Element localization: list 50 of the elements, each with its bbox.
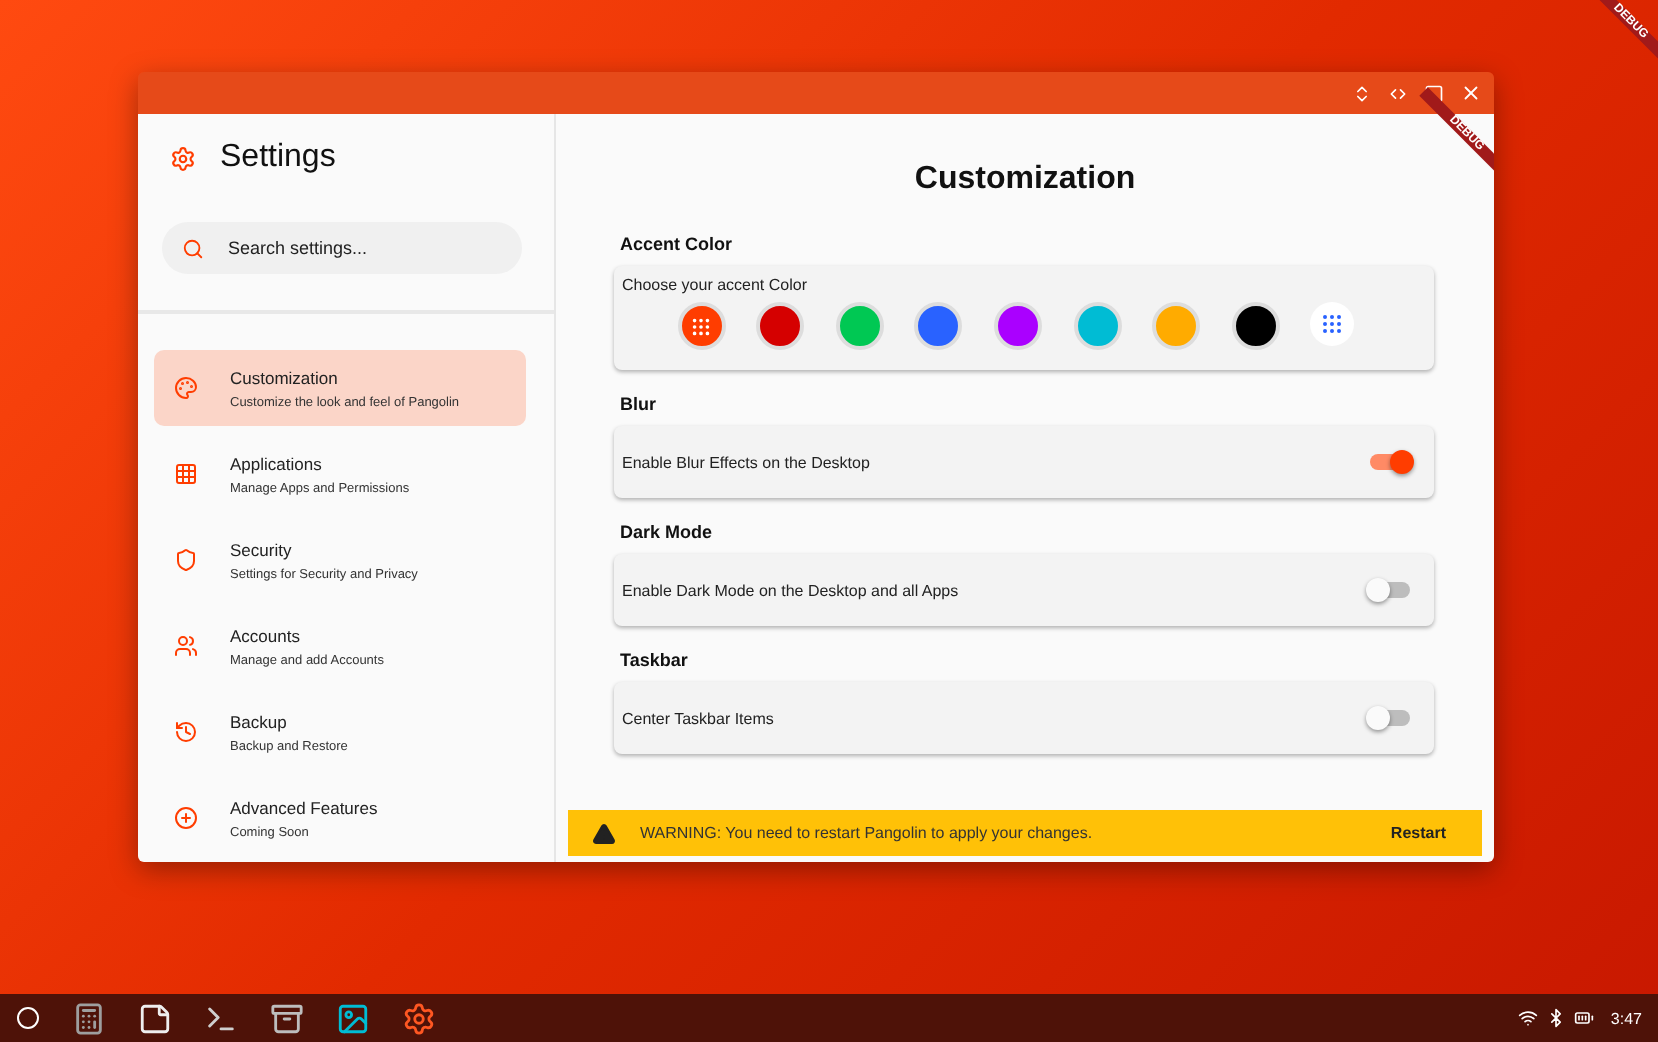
color-swatch[interactable] bbox=[1073, 302, 1121, 350]
page-title: Customization bbox=[912, 162, 1138, 198]
gear-icon[interactable] bbox=[402, 1001, 436, 1035]
people-icon bbox=[174, 634, 198, 658]
toggle-switch[interactable] bbox=[1370, 582, 1410, 598]
settings-icon bbox=[170, 145, 196, 171]
search-field[interactable]: Search settings... bbox=[224, 236, 502, 260]
palette-icon bbox=[174, 376, 198, 400]
battery-icon bbox=[1574, 1008, 1595, 1028]
bluetooth-icon bbox=[1546, 1008, 1567, 1028]
shield-icon bbox=[174, 548, 198, 572]
color-swatch[interactable] bbox=[677, 302, 726, 350]
launcher-icon[interactable] bbox=[16, 1006, 40, 1030]
color-swatch[interactable] bbox=[1231, 302, 1280, 350]
plus-circle-icon bbox=[174, 806, 198, 830]
warning-text: WARNING: You need to restart Pangolin to apply your changes. bbox=[640, 824, 1095, 842]
resize-icon[interactable] bbox=[1352, 83, 1372, 103]
search-bar[interactable]: Search settings... bbox=[162, 222, 522, 274]
selected-icon bbox=[690, 315, 713, 337]
section-heading: Blur bbox=[620, 394, 658, 414]
color-swatch[interactable] bbox=[1152, 302, 1201, 350]
color-swatch[interactable] bbox=[993, 302, 1042, 350]
grid-icon bbox=[174, 462, 198, 486]
search-icon bbox=[182, 237, 204, 259]
expand-icon[interactable] bbox=[1388, 83, 1408, 103]
card-label: Center Taskbar Items bbox=[622, 709, 774, 727]
card-label: Enable Blur Effects on the Desktop bbox=[622, 453, 870, 471]
restart-button[interactable]: Restart bbox=[1378, 822, 1458, 844]
wifi-icon bbox=[1518, 1008, 1539, 1028]
toggle-switch[interactable] bbox=[1370, 710, 1410, 726]
close-icon[interactable] bbox=[1460, 82, 1482, 104]
history-icon bbox=[174, 720, 198, 744]
color-swatch[interactable] bbox=[835, 302, 884, 350]
custom-color-button[interactable] bbox=[1310, 302, 1355, 346]
color-swatch[interactable] bbox=[756, 302, 805, 350]
card-label: Choose your accent Color bbox=[622, 276, 809, 294]
section-heading: Dark Mode bbox=[620, 522, 715, 542]
section-heading: Taskbar bbox=[620, 650, 690, 670]
color-swatch[interactable] bbox=[914, 302, 963, 350]
clock: 3:47 bbox=[1610, 1009, 1642, 1027]
drawer-icon[interactable] bbox=[270, 1001, 304, 1035]
grid-icon bbox=[1320, 312, 1345, 336]
section-heading: Accent Color bbox=[620, 234, 735, 254]
image-icon[interactable] bbox=[336, 1001, 370, 1035]
calculator-icon[interactable] bbox=[72, 1001, 106, 1035]
app-title: Settings bbox=[220, 140, 336, 176]
note-icon[interactable] bbox=[138, 1001, 172, 1035]
toggle-switch[interactable] bbox=[1370, 454, 1410, 470]
card-label: Enable Dark Mode on the Desktop and all Apps bbox=[622, 581, 959, 599]
warning-icon bbox=[592, 821, 616, 845]
